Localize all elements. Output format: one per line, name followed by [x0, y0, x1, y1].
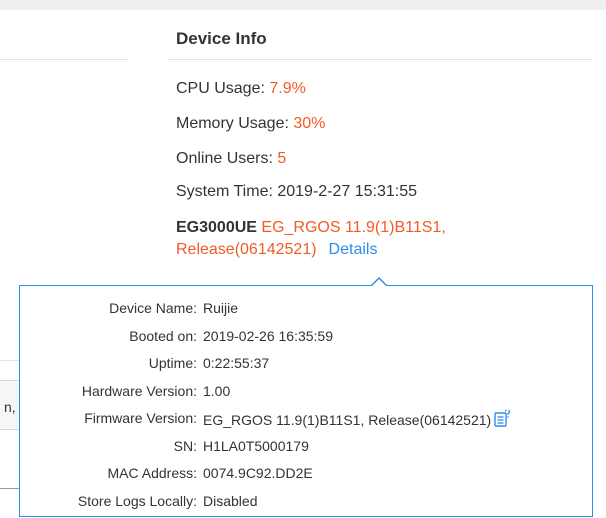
background-cell-text: n, — [4, 399, 16, 415]
popup-row-value: Ruijie — [203, 300, 238, 316]
title-divider — [167, 59, 593, 60]
cpu-usage-row: CPU Usage: 7.9% — [176, 80, 306, 98]
background-divider — [0, 360, 19, 361]
popup-row-value-text: Disabled — [203, 493, 258, 509]
popup-row-value-text: 1.00 — [203, 383, 231, 399]
left-panel-divider — [0, 59, 128, 60]
popup-row: Store Logs Locally: Disabled — [20, 493, 592, 513]
popup-row: Uptime: 0:22:55:37 — [20, 355, 592, 375]
online-users-row: Online Users: 5 — [176, 150, 286, 168]
popup-row: Firmware Version: EG_RGOS 11.9(1)B11S1, R… — [20, 410, 592, 430]
popup-row-value-text: 0:22:55:37 — [203, 355, 270, 371]
top-strip — [0, 0, 606, 10]
device-dashboard: Device Info CPU Usage: 7.9% Memory Usage… — [0, 0, 606, 518]
popup-row-value-text: 0074.9C92.DD2E — [203, 465, 313, 481]
popup-row-value-text: 2019-02-26 16:35:59 — [203, 328, 333, 344]
popup-row-value: 2019-02-26 16:35:59 — [203, 328, 333, 344]
cpu-usage-label: CPU Usage: — [176, 80, 270, 97]
popup-row-value: EG_RGOS 11.9(1)B11S1, Release(06142521) — [203, 410, 511, 428]
copy-document-icon[interactable] — [493, 410, 511, 428]
memory-usage-value: 30% — [293, 115, 326, 132]
memory-usage-label: Memory Usage: — [176, 115, 294, 132]
online-users-label: Online Users: — [176, 150, 278, 167]
popup-row-value: 0:22:55:37 — [203, 355, 269, 371]
popup-row-value-text: Ruijie — [203, 300, 239, 316]
popup-row-label: Hardware Version: — [81, 383, 197, 399]
popup-row-label: Booted on: — [129, 328, 197, 344]
popup-row: SN: H1LA0T5000179 — [20, 438, 592, 458]
device-details-popup: Device Name: Ruijie Booted on: 2019-02-26 1… — [19, 285, 593, 517]
popup-row-value: 1.00 — [203, 383, 230, 399]
memory-usage-row: Memory Usage: 30% — [176, 115, 325, 133]
popup-row: Hardware Version: 1.00 — [20, 383, 592, 403]
device-model: EG3000UE — [176, 219, 257, 236]
device-info-title: Device Info — [176, 29, 267, 48]
popup-row: Booted on: 2019-02-26 16:35:59 — [20, 328, 592, 348]
system-time-value: 2019-2-27 15:31:55 — [277, 183, 418, 200]
popup-row-value: 0074.9C92.DD2E — [203, 465, 313, 481]
popup-row-label: SN: — [173, 438, 197, 454]
popup-row-label: Store Logs Locally: — [77, 493, 197, 509]
system-time-label: System Time: — [176, 183, 278, 200]
popup-row-label: Device Name: — [109, 300, 197, 316]
popup-row: Device Name: Ruijie — [20, 300, 592, 320]
system-time-row: System Time: 2019-2-27 15:31:55 — [176, 183, 417, 201]
popup-row-value-text: EG_RGOS 11.9(1)B11S1, Release(06142521) — [203, 412, 492, 428]
model-firmware-row: EG3000UE EG_RGOS 11.9(1)B11S1, Release(0… — [176, 217, 556, 261]
popup-row-label: Uptime: — [148, 355, 197, 371]
cpu-usage-value: 7.9% — [269, 80, 306, 97]
background-divider-bottom — [0, 488, 19, 489]
details-link[interactable]: Details — [329, 241, 378, 258]
popup-row: MAC Address: 0074.9C92.DD2E — [20, 465, 592, 485]
popup-row-value: Disabled — [203, 493, 257, 509]
popup-row-label: Firmware Version: — [84, 410, 197, 426]
popup-row-value: H1LA0T5000179 — [203, 438, 309, 454]
popup-row-label: MAC Address: — [107, 465, 197, 481]
popup-row-value-text: H1LA0T5000179 — [203, 438, 309, 454]
online-users-value: 5 — [277, 150, 287, 167]
popup-arrow-inner — [371, 279, 387, 287]
